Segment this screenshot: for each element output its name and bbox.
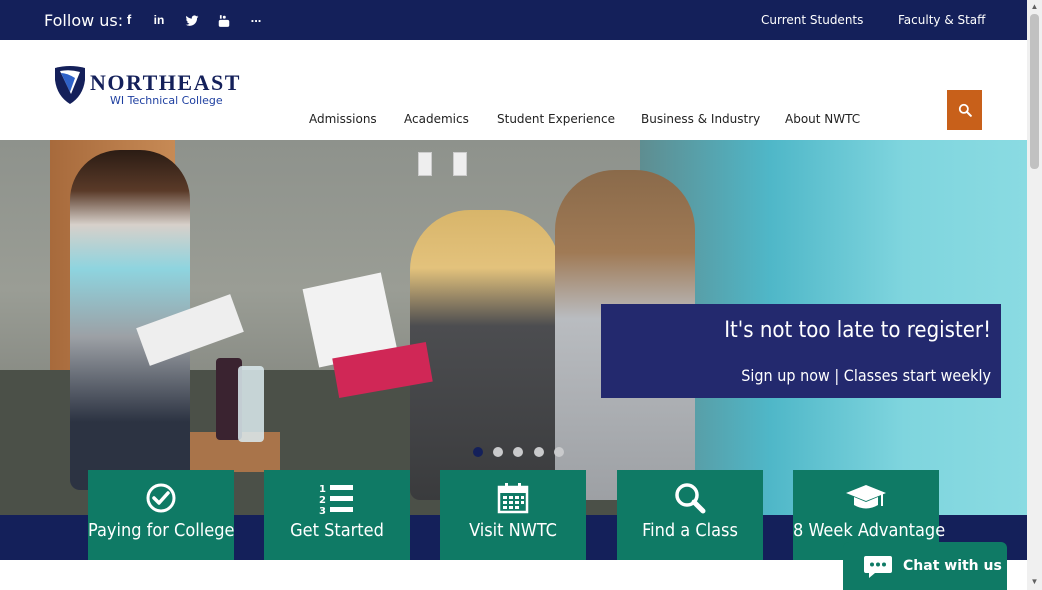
faculty-staff-link[interactable]: Faculty & Staff xyxy=(898,13,985,27)
northeast-logo[interactable]: NORTHEAST WI Technical College xyxy=(53,64,243,110)
more-icon[interactable]: ... xyxy=(247,9,265,27)
svg-text:2: 2 xyxy=(319,495,326,506)
search-icon xyxy=(958,103,972,117)
numbered-list-icon: 1 2 3 xyxy=(319,484,353,516)
search-icon xyxy=(675,483,706,514)
slide-dot-2[interactable] xyxy=(493,447,503,457)
search-button[interactable] xyxy=(947,90,982,130)
light-switch xyxy=(418,152,432,176)
logo-subtitle: WI Technical College xyxy=(110,94,223,107)
promo-banner[interactable]: It's not too late to register! Sign up n… xyxy=(601,304,1001,398)
slide-dot-5[interactable] xyxy=(554,447,564,457)
tile-get-started[interactable]: 1 2 3 Get Started xyxy=(264,470,410,560)
site-header: NORTHEAST WI Technical College Admission… xyxy=(0,40,1027,140)
chat-widget-button[interactable]: Chat with us xyxy=(843,542,1007,590)
nav-about-nwtc[interactable]: About NWTC xyxy=(785,112,860,126)
light-switch xyxy=(453,152,467,176)
current-students-link[interactable]: Current Students xyxy=(761,13,863,27)
twitter-icon[interactable] xyxy=(183,11,201,29)
top-bar: Follow us: f in ... Current Students Fac… xyxy=(0,0,1027,40)
svg-text:3: 3 xyxy=(319,506,326,516)
calendar-icon xyxy=(497,483,529,514)
tile-label: Get Started xyxy=(290,520,384,541)
page-scrollbar[interactable]: ▲ ▼ xyxy=(1027,0,1042,590)
check-circle-icon xyxy=(146,483,176,513)
follow-us-label: Follow us: xyxy=(44,11,124,30)
promo-title: It's not too late to register! xyxy=(724,318,991,343)
youtube-icon[interactable] xyxy=(215,11,233,29)
scroll-thumb[interactable] xyxy=(1030,14,1039,169)
hero-water-bottle xyxy=(238,366,264,442)
tile-label: 8 Week Advantage xyxy=(793,520,946,541)
tile-label: Paying for College xyxy=(88,520,235,541)
tile-find-a-class[interactable]: Find a Class xyxy=(617,470,763,560)
hero-slider: It's not too late to register! Sign up n… xyxy=(0,140,1027,515)
tile-label: Visit NWTC xyxy=(469,520,557,541)
shield-logo-icon xyxy=(55,66,85,104)
slide-dot-4[interactable] xyxy=(534,447,544,457)
promo-subtitle: Sign up now | Classes start weekly xyxy=(741,366,991,385)
tile-label: Find a Class xyxy=(642,520,738,541)
logo-name: NORTHEAST xyxy=(90,70,241,95)
linkedin-icon[interactable]: in xyxy=(150,11,168,29)
nav-academics[interactable]: Academics xyxy=(404,112,469,126)
nav-business-industry[interactable]: Business & Industry xyxy=(641,112,760,126)
graduation-cap-icon xyxy=(846,485,886,509)
slide-dot-1[interactable] xyxy=(473,447,483,457)
facebook-icon[interactable]: f xyxy=(120,11,138,29)
svg-text:1: 1 xyxy=(319,484,326,495)
scroll-down-arrow-icon[interactable]: ▼ xyxy=(1030,577,1039,587)
tile-paying-for-college[interactable]: Paying for College xyxy=(88,470,234,560)
nav-admissions[interactable]: Admissions xyxy=(309,112,377,126)
slide-dot-3[interactable] xyxy=(513,447,523,457)
chat-bubble-icon xyxy=(864,556,892,578)
nav-student-experience[interactable]: Student Experience xyxy=(497,112,615,126)
chat-label: Chat with us xyxy=(903,558,1002,574)
scroll-up-arrow-icon[interactable]: ▲ xyxy=(1030,2,1039,12)
tile-visit-nwtc[interactable]: Visit NWTC xyxy=(440,470,586,560)
